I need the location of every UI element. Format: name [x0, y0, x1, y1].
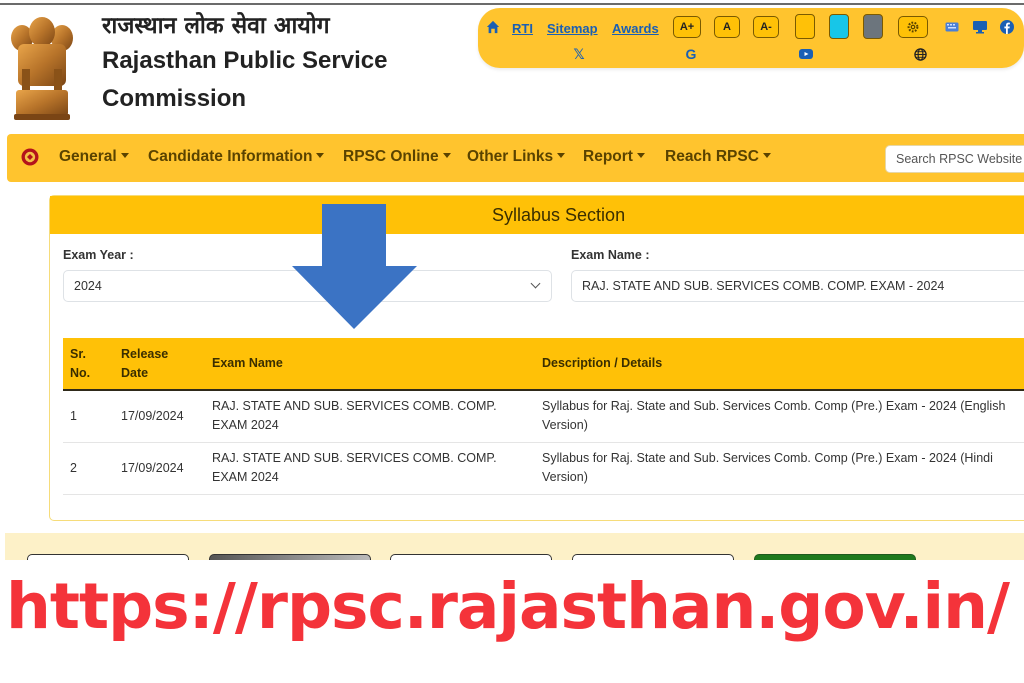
card-header: Syllabus Section	[50, 196, 1024, 234]
caret-down-icon	[636, 153, 645, 158]
down-arrow-icon	[292, 204, 417, 329]
table-row[interactable]: 1 17/09/2024 RAJ. STATE AND SUB. SERVICE…	[63, 390, 1024, 443]
nav-candidate-information[interactable]: Candidate Information	[148, 148, 325, 166]
nav-general[interactable]: General	[59, 148, 129, 166]
font-normal-button[interactable]: A	[714, 16, 740, 38]
caret-down-icon	[557, 153, 566, 158]
cell-date: 17/09/2024	[114, 442, 205, 495]
header-sr-no: Sr. No.	[63, 338, 114, 391]
header-release-date: Release Date	[114, 338, 205, 391]
caret-down-icon	[442, 153, 451, 158]
header-description: Description / Details	[535, 338, 1024, 391]
national-emblem-icon	[11, 17, 73, 120]
nav-reach-rpsc[interactable]: Reach RPSC	[665, 148, 771, 166]
theme-yellow-button[interactable]	[795, 14, 815, 39]
gear-icon	[907, 21, 919, 33]
syllabus-table: Sr. No. Release Date Exam Name Descripti…	[63, 338, 1024, 495]
keyboard-icon[interactable]	[943, 18, 961, 36]
utility-bar: RTI Sitemap Awards A+ A A- 𝕏 G	[478, 8, 1024, 68]
cell-exam: RAJ. STATE AND SUB. SERVICES COMB. COMP.…	[205, 442, 535, 495]
nav-report[interactable]: Report	[583, 148, 645, 166]
caret-down-icon	[120, 153, 129, 158]
youtube-icon[interactable]	[798, 46, 814, 62]
exam-name-label: Exam Name :	[571, 248, 650, 262]
rpsc-logo-icon[interactable]	[21, 148, 39, 166]
cell-sr: 1	[63, 390, 114, 443]
title-hindi: राजस्थान लोक सेवा आयोग	[102, 13, 330, 39]
main-navbar: General Candidate Information RPSC Onlin…	[7, 134, 1024, 182]
website-url-text: https://rpsc.rajasthan.gov.in/	[6, 570, 1010, 643]
facebook-icon[interactable]	[998, 18, 1016, 36]
google-icon[interactable]: G	[683, 46, 699, 62]
x-icon[interactable]: 𝕏	[571, 46, 587, 62]
card-title: Syllabus Section	[492, 205, 626, 225]
table-header-row: Sr. No. Release Date Exam Name Descripti…	[63, 338, 1024, 391]
font-decrease-button[interactable]: A-	[753, 16, 779, 38]
syllabus-card: Syllabus Section Exam Year : 2024 Exam N…	[49, 195, 1024, 521]
title-english-line1: Rajasthan Public Service	[102, 47, 388, 74]
top-divider	[0, 0, 1024, 5]
exam-name-select[interactable]: RAJ. STATE AND SUB. SERVICES COMB. COMP.…	[571, 270, 1024, 302]
brand-title: राजस्थान लोक सेवा आयोग Rajasthan Public …	[102, 10, 387, 118]
cell-date: 17/09/2024	[114, 390, 205, 443]
sitemap-link[interactable]: Sitemap	[547, 18, 598, 38]
font-increase-button[interactable]: A+	[673, 16, 701, 38]
cell-exam: RAJ. STATE AND SUB. SERVICES COMB. COMP.…	[205, 390, 535, 443]
cell-description-link[interactable]: Syllabus for Raj. State and Sub. Service…	[535, 390, 1024, 443]
globe-icon[interactable]	[912, 46, 928, 62]
caret-down-icon	[762, 153, 771, 158]
cell-sr: 2	[63, 442, 114, 495]
nav-other-links[interactable]: Other Links	[467, 148, 566, 166]
header-exam-name: Exam Name	[205, 338, 535, 391]
search-input[interactable]	[885, 145, 1024, 173]
caret-down-icon	[316, 153, 325, 158]
nav-rpsc-online[interactable]: RPSC Online	[343, 148, 451, 166]
chevron-down-icon	[530, 278, 541, 289]
table-row[interactable]: 2 17/09/2024 RAJ. STATE AND SUB. SERVICE…	[63, 442, 1024, 495]
settings-button[interactable]	[898, 16, 928, 38]
title-english-line2: Commission	[102, 85, 247, 112]
cell-description-link[interactable]: Syllabus for Raj. State and Sub. Service…	[535, 442, 1024, 495]
theme-gray-button[interactable]	[863, 14, 883, 39]
theme-cyan-button[interactable]	[829, 14, 849, 39]
awards-link[interactable]: Awards	[612, 18, 659, 38]
rti-link[interactable]: RTI	[512, 18, 533, 38]
desktop-icon[interactable]	[971, 18, 989, 36]
home-icon[interactable]	[484, 18, 502, 36]
exam-year-label: Exam Year :	[63, 248, 134, 262]
